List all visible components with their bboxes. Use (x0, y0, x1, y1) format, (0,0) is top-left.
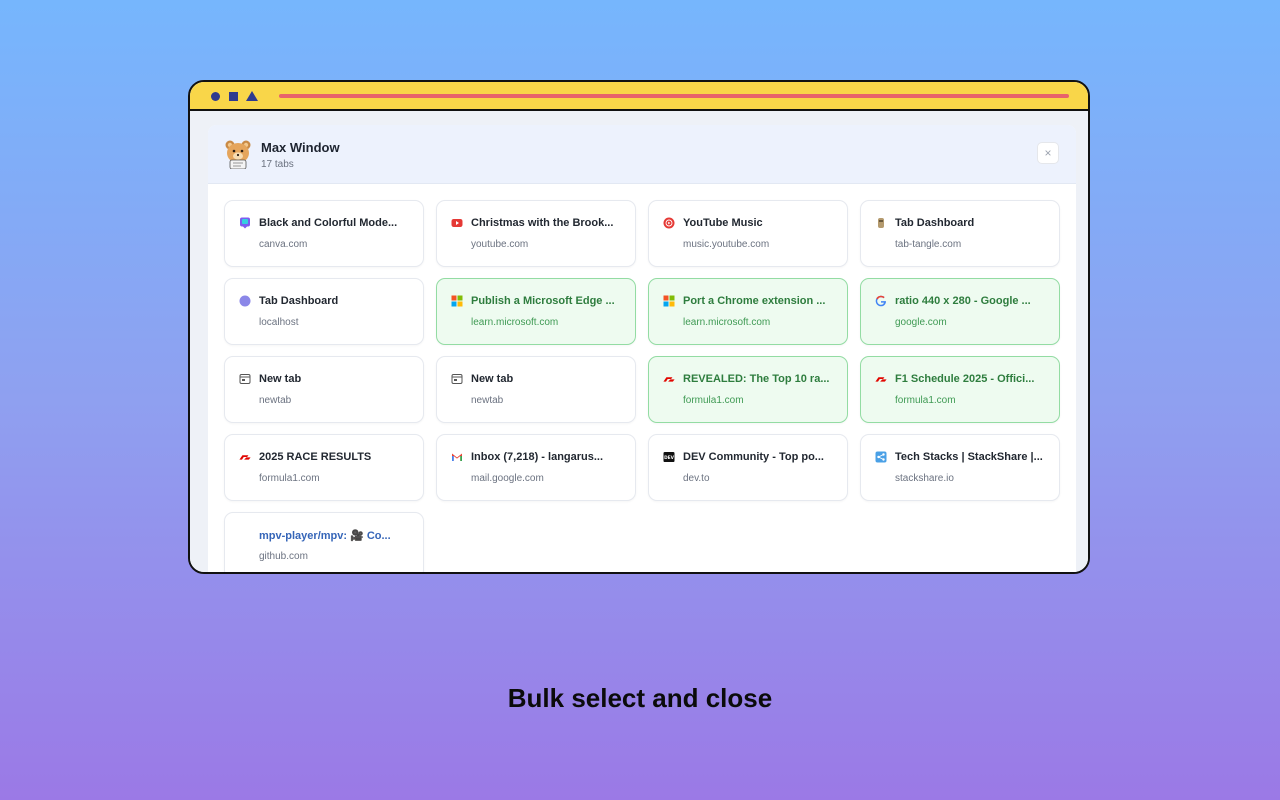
tab-card[interactable]: Tab Dashboard localhost (224, 278, 424, 345)
tab-title: Tab Dashboard (895, 217, 975, 229)
close-window-button[interactable]: × (1037, 142, 1059, 164)
tab-card[interactable]: DEV DEV Community - Top po... dev.to (648, 434, 848, 501)
f1-icon (239, 451, 251, 463)
tab-domain: youtube.com (471, 239, 529, 250)
tab-title: Tab Dashboard (259, 295, 339, 307)
tab-domain: formula1.com (895, 395, 956, 406)
tab-title: F1 Schedule 2025 - Offici... (895, 373, 1035, 385)
tab-card[interactable]: 2025 RACE RESULTS formula1.com (224, 434, 424, 501)
f1-icon (875, 373, 887, 385)
tab-title: New tab (259, 373, 302, 385)
tab-domain: learn.microsoft.com (471, 317, 559, 328)
tab-title: REVEALED: The Top 10 ra... (683, 373, 830, 385)
tab-domain: localhost (259, 317, 299, 328)
google-icon (875, 295, 887, 307)
content-area: Max Window 17 tabs × Black and Colorful … (190, 111, 1088, 572)
tab-title: Black and Colorful Mode... (259, 217, 398, 229)
youtube-icon (451, 217, 463, 229)
gmail-icon (451, 451, 463, 463)
youtube-music-icon (663, 217, 675, 229)
github-icon (239, 529, 251, 541)
window-header: Max Window 17 tabs × (208, 125, 1076, 184)
tab-card[interactable]: Port a Chrome extension ... learn.microso… (648, 278, 848, 345)
tab-title: New tab (471, 373, 514, 385)
tab-count: 17 tabs (261, 159, 294, 170)
window-panel: Max Window 17 tabs × Black and Colorful … (208, 125, 1076, 572)
microsoft-icon (663, 295, 675, 307)
tab-domain: tab-tangle.com (895, 239, 962, 250)
tab-domain: stackshare.io (895, 473, 954, 484)
newtab-icon (239, 373, 251, 385)
tab-card[interactable]: Inbox (7,218) - langarus... mail.google.c… (436, 434, 636, 501)
purple-dot-icon (239, 295, 251, 307)
tab-domain: formula1.com (683, 395, 744, 406)
tab-card[interactable]: Publish a Microsoft Edge ... learn.micros… (436, 278, 636, 345)
triangle-shape-icon (246, 91, 258, 101)
window-title: Max Window (261, 140, 340, 155)
canva-icon (239, 217, 251, 229)
tab-card[interactable]: F1 Schedule 2025 - Offici... formula1.com (860, 356, 1060, 423)
tab-card[interactable]: Tab Dashboard tab-tangle.com (860, 200, 1060, 267)
tab-card[interactable]: New tab newtab (224, 356, 424, 423)
stackshare-icon (875, 451, 887, 463)
tab-card[interactable]: Tech Stacks | StackShare |... stackshare.… (860, 434, 1060, 501)
tab-title: Christmas with the Brook... (471, 217, 614, 229)
tab-domain: newtab (259, 395, 292, 406)
tab-domain: learn.microsoft.com (683, 317, 771, 328)
tab-domain: canva.com (259, 239, 308, 250)
tab-title: Port a Chrome extension ... (683, 295, 826, 307)
close-icon: × (1044, 146, 1052, 160)
svg-text:DEV: DEV (664, 455, 675, 461)
tab-card[interactable]: YouTube Music music.youtube.com (648, 200, 848, 267)
tab-domain: newtab (471, 395, 504, 406)
f1-icon (663, 373, 675, 385)
tab-card[interactable]: REVEALED: The Top 10 ra... formula1.com (648, 356, 848, 423)
tab-title: ratio 440 x 280 - Google ... (895, 295, 1031, 307)
tab-card[interactable]: Black and Colorful Mode... canva.com (224, 200, 424, 267)
tab-tangle-icon (875, 217, 887, 229)
titlebar-accent-line (279, 94, 1069, 98)
newtab-icon (451, 373, 463, 385)
app-window-frame: Max Window 17 tabs × Black and Colorful … (188, 80, 1090, 574)
caption: Bulk select and close (507, 683, 773, 713)
window-titlebar (190, 82, 1088, 111)
tab-card[interactable]: Christmas with the Brook... youtube.com (436, 200, 636, 267)
tab-title: DEV Community - Top po... (683, 451, 824, 463)
tab-domain: formula1.com (259, 473, 320, 484)
microsoft-icon (451, 295, 463, 307)
circle-shape-icon (211, 92, 220, 101)
tab-title: Tech Stacks | StackShare |... (895, 451, 1043, 463)
tab-title: Inbox (7,218) - langarus... (471, 451, 604, 463)
dev-icon: DEV (663, 451, 675, 463)
bear-avatar-icon (225, 140, 251, 169)
tab-title: YouTube Music (683, 217, 763, 229)
tab-title: Publish a Microsoft Edge ... (471, 295, 615, 307)
tab-domain: github.com (259, 551, 308, 562)
tab-title: mpv-player/mpv: 🎥 Co... (259, 530, 391, 542)
tab-domain: mail.google.com (471, 473, 544, 484)
square-shape-icon (229, 92, 238, 101)
tab-card[interactable]: mpv-player/mpv: 🎥 Co... github.com (224, 512, 424, 572)
tab-domain: music.youtube.com (683, 239, 770, 250)
tab-card[interactable]: New tab newtab (436, 356, 636, 423)
tab-domain: dev.to (683, 473, 710, 484)
tab-domain: google.com (895, 317, 947, 328)
tab-card[interactable]: ratio 440 x 280 - Google ... google.com (860, 278, 1060, 345)
tab-title: 2025 RACE RESULTS (259, 451, 372, 463)
